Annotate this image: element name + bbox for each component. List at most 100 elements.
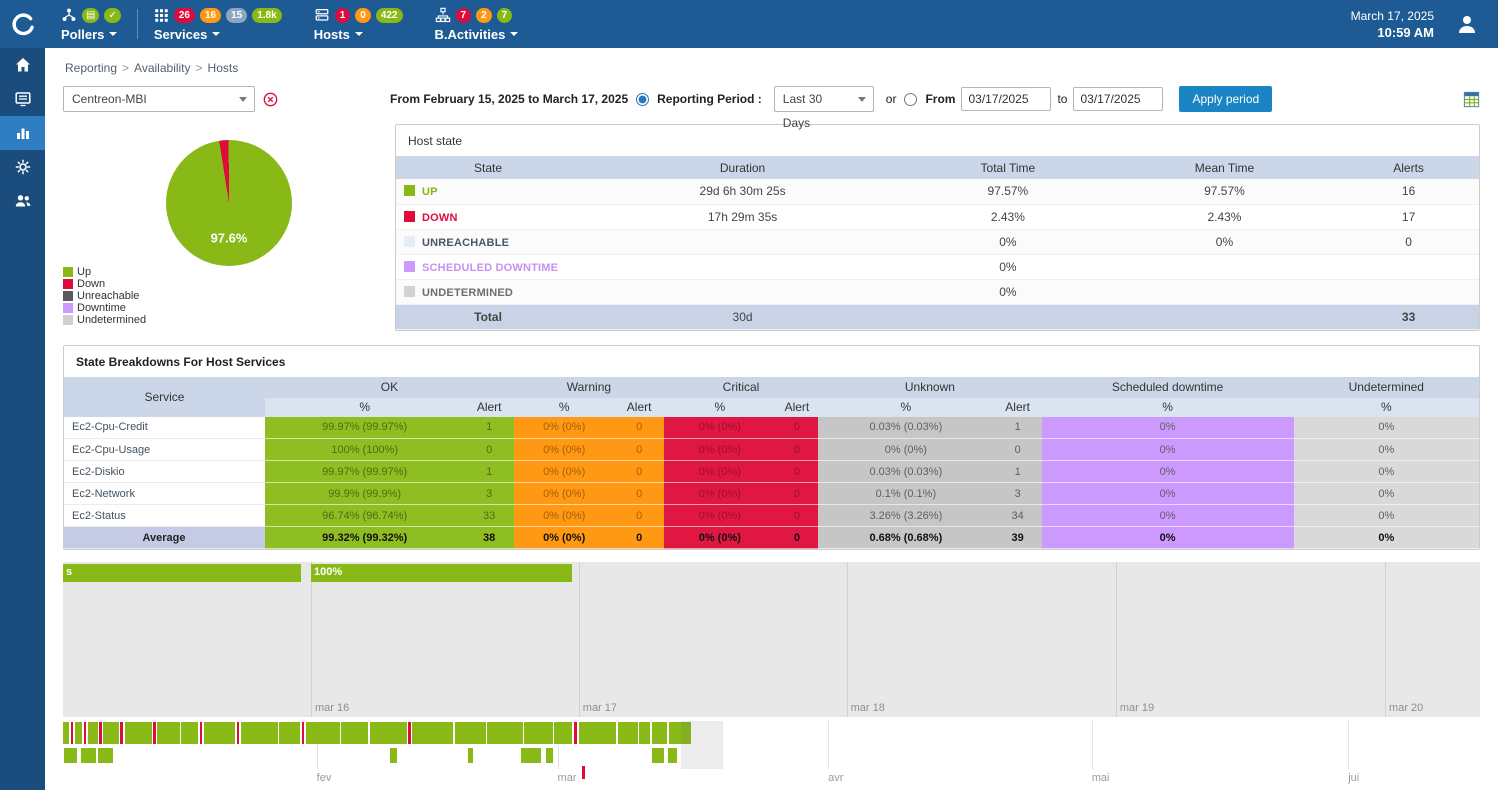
service-name: Ec2-Cpu-Credit (64, 417, 265, 439)
navigator-segment (408, 722, 411, 744)
main-content: Reporting>Availability>Hosts Centreon-MB… (45, 48, 1498, 790)
menu-pollers[interactable]: ▤✓ Pollers (45, 0, 137, 48)
to-date-input[interactable] (1073, 87, 1163, 111)
timeline-gridline: mar 16 (311, 562, 312, 717)
sidebar-item-administration[interactable] (0, 184, 45, 218)
clock: March 17, 2025 10:59 AM (1351, 9, 1434, 40)
navigator-segment (341, 722, 368, 744)
total-total-time (905, 304, 1111, 329)
state-duration (580, 279, 905, 304)
timeline-navigator[interactable] (63, 721, 1480, 769)
service-name: Ec2-Cpu-Usage (64, 439, 265, 461)
legend-label: Undetermined (77, 314, 146, 326)
state-mean-time: 0% (1111, 229, 1338, 254)
legend-item[interactable]: Undetermined (63, 314, 395, 326)
state-duration (580, 254, 905, 279)
undetermined-pct: 0% (1294, 439, 1479, 461)
custom-period-radio[interactable] (904, 93, 917, 106)
state-label: UP (422, 186, 438, 198)
navigator-segment (98, 748, 112, 763)
state-mean-time (1111, 279, 1338, 304)
sidebar-item-configuration[interactable] (0, 150, 45, 184)
col-warning: Warning (514, 377, 664, 398)
warning-alert: 0 (614, 439, 664, 461)
state-color-swatch (404, 286, 415, 297)
axis-month-label: fev (317, 772, 332, 784)
bactivity-status-badge[interactable]: 7 (497, 8, 513, 23)
menu-bactivities[interactable]: 727 B.Activities (419, 0, 535, 48)
service-status-badge[interactable]: 1.8k (252, 8, 281, 23)
state-mean-time: 97.57% (1111, 179, 1338, 204)
services-grid-icon (154, 8, 169, 23)
export-report-icon[interactable] (1463, 91, 1480, 108)
availability-bar-label: s (66, 566, 72, 578)
host-group-select[interactable]: Centreon-MBI (63, 86, 255, 112)
service-breakdown-rows: Ec2-Cpu-Credit 99.97% (99.97%) 1 0% (0%)… (64, 417, 1479, 527)
clear-selection-icon[interactable] (263, 92, 278, 107)
breadcrumb-current: Hosts (208, 61, 239, 75)
ok-pct: 99.97% (99.97%) (265, 461, 465, 483)
scheduled-downtime-pct: 0% (1042, 461, 1294, 483)
breadcrumb-availability[interactable]: Availability (134, 61, 190, 75)
col-critical: Critical (664, 377, 818, 398)
navigator-gridline (1348, 721, 1349, 769)
host-status-badge[interactable]: 0 (355, 8, 371, 23)
state-mean-time (1111, 254, 1338, 279)
navigator-selection-handle[interactable] (681, 721, 724, 769)
navigator-segment (84, 722, 87, 744)
menu-services[interactable]: 2616151.8k Services (138, 0, 298, 48)
breadcrumb-reporting[interactable]: Reporting (65, 61, 117, 75)
timeline-plot-area[interactable]: mar 16 mar 17 mar 18 mar 19 mar 20 s (63, 562, 1480, 717)
sub-crit-alert: Alert (776, 398, 818, 417)
sidebar-item-home[interactable] (0, 48, 45, 82)
service-status-badge[interactable]: 15 (226, 8, 247, 23)
ok-alert: 1 (464, 417, 514, 439)
warning-pct: 0% (0%) (514, 483, 614, 505)
breadcrumb-separator: > (122, 61, 129, 75)
poller-status-chip[interactable]: ▤ (82, 8, 99, 23)
col-state: State (396, 156, 580, 179)
reporting-period-radio[interactable] (636, 93, 649, 106)
ok-pct: 99.97% (99.97%) (265, 417, 465, 439)
sidebar-item-reporting[interactable] (0, 116, 45, 150)
col-undetermined: Undetermined (1294, 377, 1479, 398)
menu-hosts[interactable]: 10422 Hosts (298, 0, 419, 48)
service-status-badge[interactable]: 26 (174, 8, 195, 23)
host-state-row: UNDETERMINED 0% (396, 279, 1479, 304)
navigator-segment (302, 722, 305, 744)
avg-critical-alert: 0 (776, 527, 818, 549)
availability-bar[interactable]: 100% (311, 564, 572, 582)
availability-bar-label: 100% (314, 566, 342, 578)
legend-color-swatch (63, 267, 73, 277)
unknown-alert: 1 (994, 417, 1042, 439)
availability-bar[interactable]: s (63, 564, 301, 582)
navigator-segment (157, 722, 180, 744)
navigator-segment (125, 722, 152, 744)
bactivity-status-badge[interactable]: 2 (476, 8, 492, 23)
host-status-badge[interactable]: 1 (335, 8, 351, 23)
legend-item[interactable]: Up (63, 266, 395, 278)
ok-alert: 0 (464, 439, 514, 461)
apply-period-button[interactable]: Apply period (1179, 86, 1272, 112)
period-select[interactable]: Last 30 Days (774, 86, 874, 112)
legend-item[interactable]: Down (63, 278, 395, 290)
business-activities-icon (435, 7, 451, 23)
navigator-segment (468, 748, 473, 763)
poller-status-chip[interactable]: ✓ (104, 8, 120, 23)
user-profile-icon[interactable] (1452, 9, 1482, 39)
legend-item[interactable]: Downtime (63, 302, 395, 314)
host-status-badge[interactable]: 422 (376, 8, 403, 23)
service-status-badge[interactable]: 16 (200, 8, 221, 23)
navigator-segment (574, 722, 578, 744)
host-state-title: Host state (396, 125, 1479, 156)
state-color-swatch (404, 185, 415, 196)
avg-undetermined-pct: 0% (1294, 527, 1479, 549)
from-date-input[interactable] (961, 87, 1051, 111)
legend-item[interactable]: Unreachable (63, 290, 395, 302)
service-breakdown-table: Service OK Warning Critical Unknown Sche… (64, 377, 1479, 550)
centreon-logo[interactable] (0, 11, 45, 37)
service-name: Ec2-Diskio (64, 461, 265, 483)
bactivity-status-badge[interactable]: 7 (456, 8, 472, 23)
sidebar-item-monitoring[interactable] (0, 82, 45, 116)
timeline-date-label: mar 17 (583, 702, 617, 714)
